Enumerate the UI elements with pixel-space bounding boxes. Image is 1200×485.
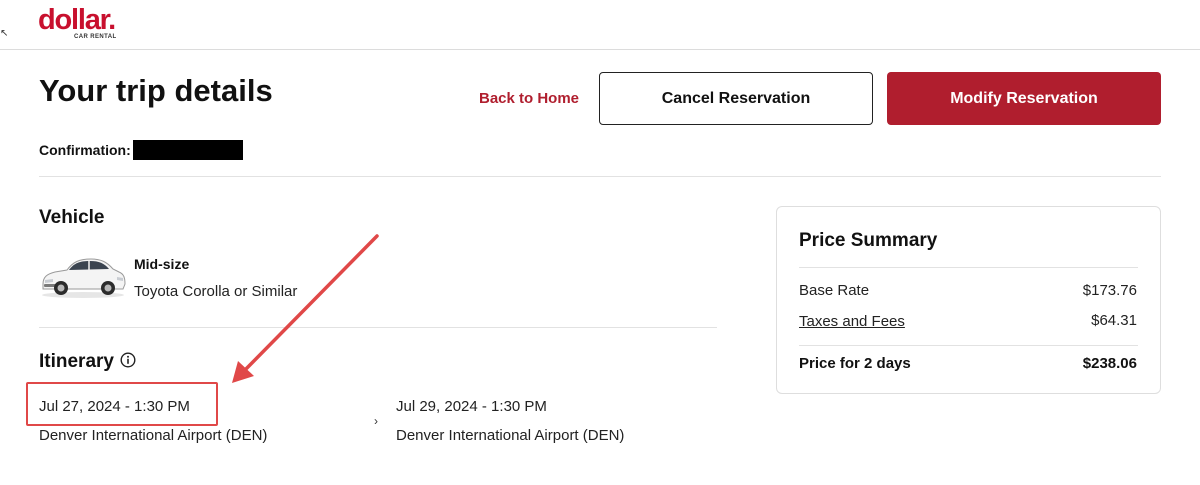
dropoff-location: Denver International Airport (DEN) — [396, 427, 625, 444]
total-price-value: $238.06 — [1082, 355, 1137, 372]
back-to-home-link[interactable]: Back to Home — [479, 90, 579, 108]
itinerary-separator: › — [374, 414, 378, 428]
car-image — [42, 258, 126, 298]
vehicle-model: Toyota Corolla or Similar — [134, 283, 298, 300]
itinerary-heading: Itinerary — [39, 351, 114, 372]
taxes-and-fees-value: $64.31 — [1091, 312, 1137, 329]
modify-reservation-button[interactable]: Modify Reservation — [887, 72, 1161, 125]
price-summary-card: Price Summary Base Rate $173.76 Taxes an… — [776, 206, 1161, 394]
vehicle-heading: Vehicle — [39, 207, 105, 228]
total-price-label: Price for 2 days — [799, 355, 911, 372]
confirmation-number-redacted — [132, 140, 243, 160]
confirmation-row: Confirmation: — [39, 140, 243, 160]
divider — [799, 345, 1138, 346]
base-rate-value: $173.76 — [1082, 282, 1137, 299]
divider — [799, 267, 1138, 268]
logo-subtitle: CAR RENTAL — [74, 34, 117, 40]
info-icon[interactable] — [120, 352, 136, 368]
page: ↖ dollar. CAR RENTAL Your trip details B… — [0, 0, 1200, 485]
cancel-reservation-button[interactable]: Cancel Reservation — [599, 72, 873, 125]
price-summary-title: Price Summary — [799, 230, 938, 251]
edge-cursor-mark: ↖ — [0, 28, 9, 39]
taxes-and-fees-link[interactable]: Taxes and Fees — [799, 313, 905, 330]
divider — [39, 327, 717, 328]
divider — [39, 176, 1161, 177]
page-title: Your trip details — [39, 73, 273, 108]
vehicle-class: Mid-size — [134, 256, 190, 272]
logo-word: dollar — [38, 4, 109, 36]
top-header: ↖ dollar. CAR RENTAL — [0, 0, 1200, 50]
confirmation-label: Confirmation: — [39, 142, 131, 158]
dollar-logo[interactable]: dollar. CAR RENTAL — [38, 4, 124, 44]
pickup-location: Denver International Airport (DEN) — [39, 427, 268, 444]
dropoff-datetime: Jul 29, 2024 - 1:30 PM — [396, 398, 547, 415]
pickup-datetime: Jul 27, 2024 - 1:30 PM — [39, 398, 190, 415]
base-rate-label: Base Rate — [799, 282, 870, 299]
logo-dot: . — [108, 4, 116, 36]
